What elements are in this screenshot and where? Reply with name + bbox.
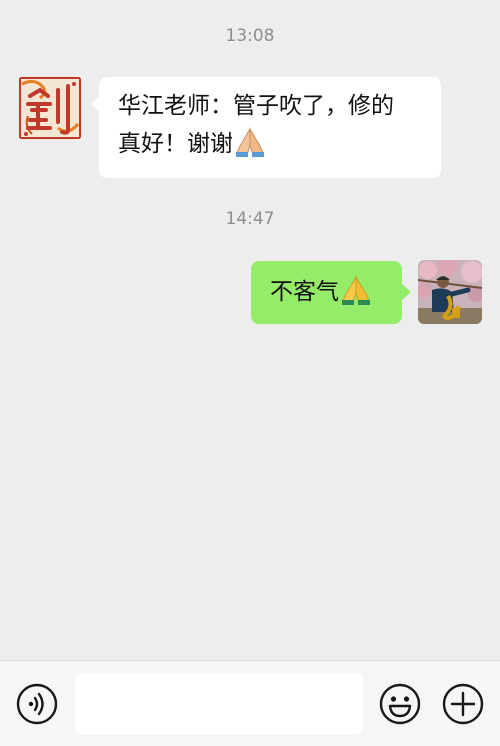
smiley-icon[interactable]: [379, 683, 421, 725]
bubble-tail: [402, 284, 411, 300]
seal-avatar-image: [18, 76, 82, 140]
folded-hands-icon: [236, 127, 264, 157]
message-text: 不客气: [270, 279, 339, 305]
message-text-line: 真好！谢谢: [118, 125, 441, 163]
plus-icon[interactable]: [442, 683, 484, 725]
user-avatar[interactable]: [418, 260, 482, 324]
chat-screen: 13:08 华江老师：管子吹了，修的 真好！谢谢 14:47 不客气: [0, 0, 500, 746]
message-input[interactable]: [75, 673, 363, 734]
voice-icon[interactable]: [16, 683, 58, 725]
folded-hands-icon: [342, 275, 370, 305]
timestamp: 14:47: [225, 209, 275, 229]
message-text-line: 华江老师：管子吹了，修的: [118, 93, 394, 119]
contact-avatar[interactable]: [18, 76, 82, 140]
timestamp: 13:08: [225, 26, 275, 46]
user-photo-image: [418, 260, 482, 324]
message-list[interactable]: 13:08 华江老师：管子吹了，修的 真好！谢谢 14:47 不客气: [0, 0, 500, 660]
message-text: 真好！谢谢: [118, 131, 233, 157]
incoming-message-bubble[interactable]: 华江老师：管子吹了，修的 真好！谢谢: [99, 77, 441, 178]
outgoing-message-bubble[interactable]: 不客气: [251, 261, 402, 324]
input-bar: [0, 660, 500, 746]
